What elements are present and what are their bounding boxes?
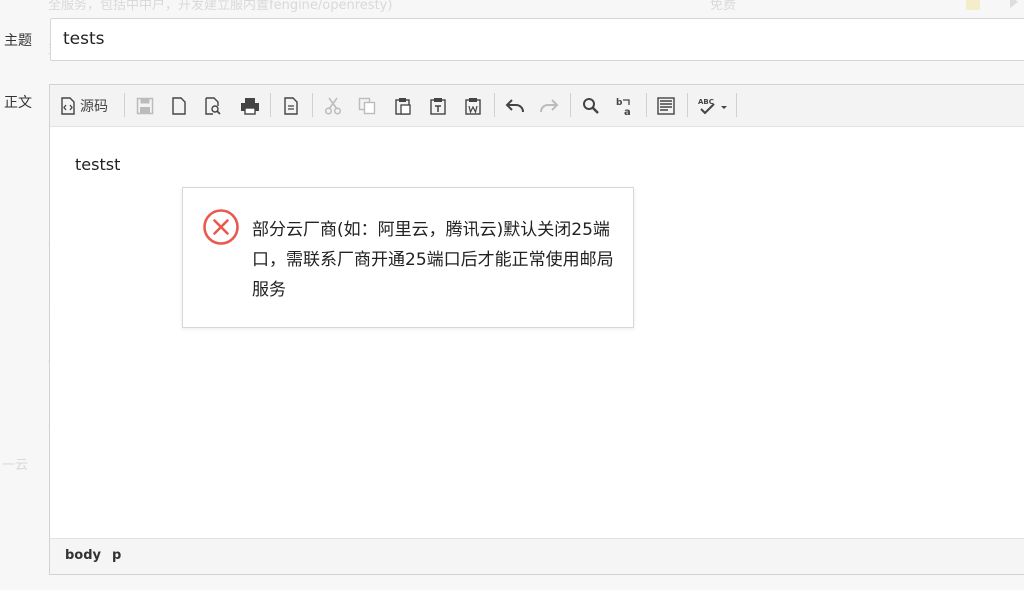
svg-text:a: a [624,107,631,116]
subject-label: 主题 [4,33,32,49]
error-toast: 部分云厂商(如：阿里云，腾讯云)默认关闭25端口，需联系厂商开通25端口后才能正… [182,187,634,328]
select-all-button[interactable] [655,94,677,118]
element-path-bar: body p [50,538,1024,574]
spellcheck-button[interactable]: ABC [696,94,732,118]
replace-button[interactable]: ba [614,94,636,118]
svg-text:b: b [616,98,623,108]
subject-input[interactable] [63,29,963,49]
undo-button[interactable] [504,94,526,118]
body-label: 正文 [4,95,32,111]
background-row-star-icon [966,0,980,10]
background-row-arrow-icon [1010,0,1018,8]
paste-text-button[interactable] [427,94,449,118]
template-icon [284,97,298,115]
editor-toolbar: 源码 b a ABC [50,85,1024,127]
save-icon [136,97,154,115]
print-icon [241,98,259,115]
find-button[interactable] [580,94,602,118]
source-button[interactable]: 源码 [60,94,108,118]
save-button[interactable] [134,94,156,118]
paste-button[interactable] [392,94,414,118]
toolbar-separator [312,93,313,117]
templates-button[interactable] [280,94,302,118]
background-left-fragment: 一云 [2,458,29,473]
redo-icon [540,99,559,113]
background-row-tag: 免费 [710,0,737,13]
undo-icon [505,99,524,113]
subject-field[interactable] [50,18,1024,61]
copy-button[interactable] [356,94,378,118]
toolbar-separator [687,93,688,117]
toolbar-separator [570,93,571,117]
background-row-text: 全服务，包括中中户，开发建立服内置fengine/openresty) [48,0,393,13]
svg-text:ABC: ABC [698,98,714,106]
toolbar-separator [736,93,737,117]
toolbar-separator [270,93,271,117]
editor-content[interactable]: testst [75,155,120,174]
cut-icon [324,97,342,115]
path-item-p[interactable]: p [112,548,121,563]
paste-word-button[interactable] [462,94,484,118]
preview-icon [205,97,221,115]
error-circle-icon [202,208,240,246]
search-icon [583,98,599,114]
print-button[interactable] [238,94,262,118]
cut-button[interactable] [322,94,344,118]
replace-icon: ba [616,98,631,116]
preview-button[interactable] [202,94,224,118]
new-document-icon [172,97,186,115]
toolbar-separator [646,93,647,117]
copy-icon [358,97,376,115]
spellcheck-icon: ABC [698,98,727,115]
source-code-icon [61,97,75,115]
rich-text-editor[interactable]: 源码 b a ABC testst body p [49,84,1024,575]
paste-icon [395,98,411,115]
toast-message: 部分云厂商(如：阿里云，腾讯云)默认关闭25端口，需联系厂商开通25端口后才能正… [252,220,614,300]
paste-text-icon [430,98,446,115]
toolbar-separator [124,93,125,117]
new-document-button[interactable] [168,94,190,118]
source-button-label: 源码 [80,99,108,115]
select-all-icon [657,97,675,115]
toolbar-separator [494,93,495,117]
path-item-body[interactable]: body [65,548,101,563]
background-row: 全服务，包括中中户，开发建立服内置fengine/openresty) 免费 [48,0,1024,14]
paste-word-icon [465,98,481,115]
redo-button[interactable] [538,94,560,118]
